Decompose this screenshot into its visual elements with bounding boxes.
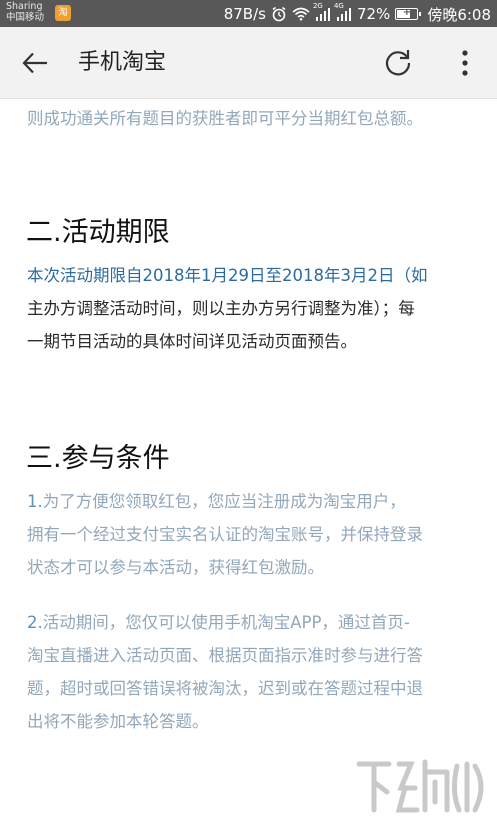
condition-1-line-1: 1.为了方便您领取红包，您应当注册成为淘宝用户，	[27, 485, 477, 518]
page-title: 手机淘宝	[78, 50, 167, 75]
condition-2-number: 2.	[27, 613, 43, 632]
carrier-sharing-label: Sharing	[6, 1, 43, 12]
rules-content[interactable]: 则成功通关所有题目的获胜者即可平分当期红包总额。 二.活动期限 本次活动期限自2…	[0, 100, 497, 822]
carrier-info: Sharing 中国移动	[6, 1, 44, 23]
section-heading-conditions: 三.参与条件	[26, 443, 170, 474]
condition-1-number: 1.	[27, 492, 43, 511]
status-bar: Sharing 中国移动 淘 87B/s 2G 4G 72% + 傍晚6:08	[0, 0, 497, 27]
notification-app-icon: 淘	[55, 5, 71, 21]
condition-2-text: 活动期间，您仅可以使用手机淘宝APP，通过首页-	[42, 613, 410, 632]
net-type-label: 4G	[333, 2, 344, 10]
period-line-2: 主办方调整活动时间，则以主办方另行调整为准）；每	[27, 299, 415, 318]
battery-percent: 72%	[356, 5, 391, 23]
condition-2-line-1: 2.活动期间，您仅可以使用手机淘宝APP，通过首页-	[27, 606, 477, 639]
period-line-1: 本次活动期限自2018年1月29日至2018年3月2日（如	[27, 266, 428, 285]
app-bar: 手机淘宝	[0, 27, 497, 99]
back-button[interactable]	[20, 49, 52, 77]
condition-2-line-4: 出将不能参加本轮答题。	[27, 712, 209, 731]
arrow-left-icon	[22, 52, 47, 74]
condition-1-text: 为了方便您领取红包，您应当注册成为淘宝用户，	[42, 492, 406, 511]
alarm-icon	[271, 6, 287, 22]
condition-1-line-2: 拥有一个经过支付宝实名认证的淘宝账号，并保持登录	[27, 525, 423, 544]
status-icons: 87B/s 2G 4G 72% + 傍晚6:08	[223, 2, 491, 24]
intro-line: 则成功通关所有题目的获胜者即可平分当期红包总额。	[27, 109, 423, 128]
wifi-icon	[292, 7, 310, 21]
signal-icon: 4G	[334, 2, 352, 21]
section-heading-period: 二.活动期限	[26, 217, 170, 248]
net-type-label: 2G	[312, 2, 323, 10]
period-line-3: 一期节目活动的具体时间详见活动页面预告。	[27, 332, 357, 351]
battery-icon: +	[395, 7, 422, 20]
condition-1-line-3: 状态才可以参与本活动，获得红包激励。	[27, 558, 324, 577]
clock: 傍晚6:08	[427, 5, 491, 24]
condition-2-line-2: 淘宝直播进入活动页面、根据页面指示准时参与进行答	[27, 646, 423, 665]
signal-icon: 2G	[313, 2, 331, 21]
refresh-icon	[385, 50, 411, 76]
more-options-button[interactable]	[452, 46, 478, 80]
watermark-logo	[355, 752, 493, 818]
carrier-name: 中国移动	[6, 12, 45, 23]
condition-2-line-3: 题，超时或回答错误将被淘汰，迟到或在答题过程中退	[27, 679, 423, 698]
more-vertical-icon	[462, 50, 468, 76]
net-speed: 87B/s	[223, 5, 266, 23]
refresh-button[interactable]	[381, 46, 415, 80]
